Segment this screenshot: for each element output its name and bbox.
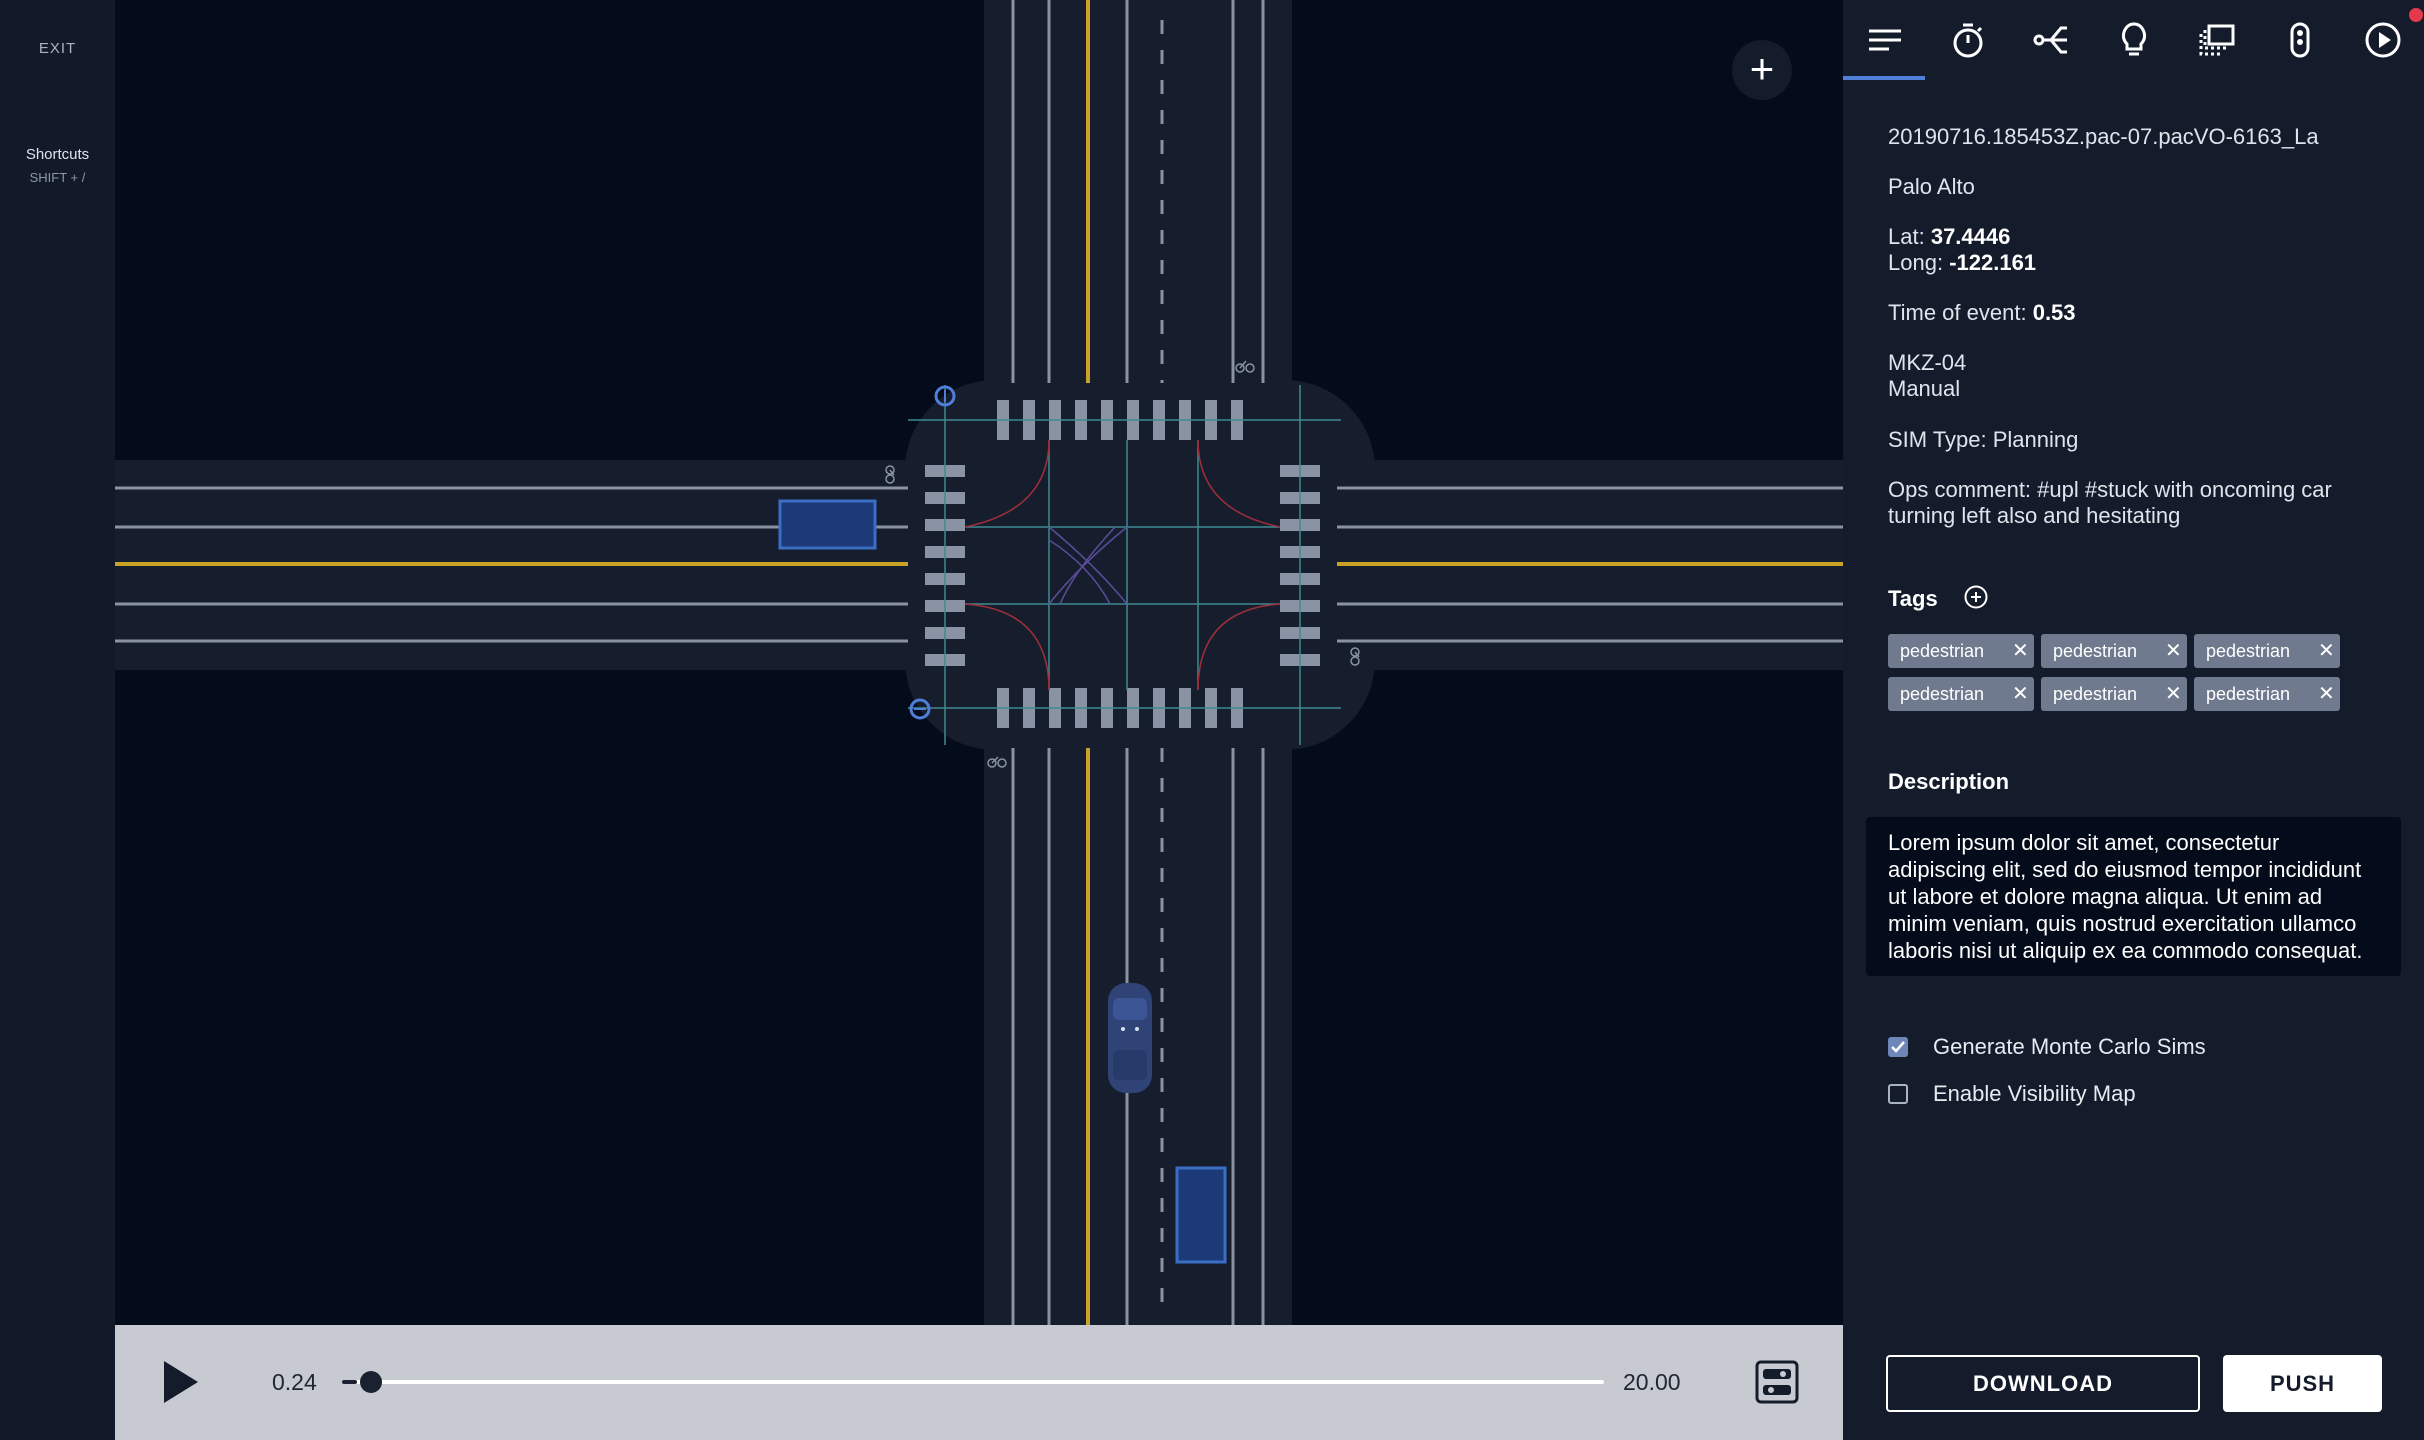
add-button[interactable]: + — [1732, 40, 1792, 100]
remove-tag-icon[interactable]: ✕ — [2012, 634, 2029, 668]
tab-insights[interactable] — [2092, 0, 2174, 80]
ops-comment-line-1: Ops comment: #upl #stuck with oncoming c… — [1888, 477, 2332, 502]
download-button[interactable]: DOWNLOAD — [1886, 1355, 2200, 1412]
map-view[interactable]: + — [115, 0, 1843, 1325]
shortcuts-hint: SHIFT + / — [29, 170, 86, 185]
timeline-scrubber[interactable] — [360, 1371, 383, 1393]
plus-circle-icon — [1964, 585, 1988, 609]
longitude: Long: -122.161 — [1888, 250, 2037, 275]
check-icon — [1891, 1041, 1905, 1053]
description-field[interactable]: Lorem ipsum dolor sit amet, consectetur … — [1866, 817, 2401, 976]
intersection-map — [115, 0, 1843, 1325]
remove-tag-icon[interactable]: ✕ — [2318, 634, 2335, 668]
visibility-map-checkbox[interactable] — [1888, 1084, 1908, 1104]
push-button[interactable]: PUSH — [2223, 1355, 2382, 1412]
tab-signals[interactable] — [2258, 0, 2340, 80]
detected-vehicle-box — [778, 499, 877, 550]
longitude-value: -122.161 — [1949, 250, 2037, 275]
tab-branches[interactable] — [2009, 0, 2091, 80]
tag-chip[interactable]: pedestrian ✕ — [2194, 634, 2340, 668]
vehicle-id: MKZ-04 — [1888, 350, 1967, 375]
time-of-event-value: 0.53 — [2032, 300, 2076, 325]
tab-timers[interactable] — [1926, 0, 2008, 80]
remove-tag-icon[interactable]: ✕ — [2318, 677, 2335, 711]
remove-tag-icon[interactable]: ✕ — [2012, 677, 2029, 711]
timeline-progress — [342, 1380, 358, 1384]
tab-details[interactable] — [1843, 0, 1925, 80]
log-id: 20190716.185453Z.pac-07.pacVO-6163_La — [1888, 124, 2319, 149]
shortcuts-link[interactable]: Shortcuts — [0, 146, 115, 163]
traffic-light-icon — [2290, 22, 2310, 58]
ops-comment-line-2: turning left also and hesitating — [1888, 503, 2181, 528]
exit-button[interactable]: EXIT — [0, 40, 115, 57]
layers-icon — [2199, 24, 2235, 56]
description-title: Description — [1888, 769, 2010, 794]
detected-object-box — [1175, 1166, 1227, 1264]
monte-carlo-checkbox[interactable] — [1888, 1037, 1908, 1057]
playback-bar: 0.24 20.00 — [115, 1325, 1843, 1440]
remove-tag-icon[interactable]: ✕ — [2165, 677, 2182, 711]
timeline-track[interactable] — [342, 1380, 1604, 1384]
sim-type: SIM Type: Planning — [1888, 427, 2079, 452]
end-time: 20.00 — [1623, 1369, 1681, 1395]
remove-tag-icon[interactable]: ✕ — [2165, 634, 2182, 668]
details-panel: 20190716.185453Z.pac-07.pacVO-6163_La Pa… — [1843, 0, 2424, 1440]
panel-tabs — [1843, 0, 2424, 80]
tab-layers[interactable] — [2175, 0, 2257, 80]
visibility-map-label: Enable Visibility Map — [1933, 1081, 2136, 1106]
current-time: 0.24 — [272, 1369, 317, 1395]
monte-carlo-label: Generate Monte Carlo Sims — [1933, 1034, 2206, 1059]
add-tag-button[interactable] — [1964, 585, 1988, 609]
stopwatch-icon — [1953, 23, 1983, 58]
notification-dot — [2409, 8, 2423, 22]
intersection-core — [905, 380, 1375, 750]
lightbulb-icon — [2121, 22, 2147, 56]
play-icon — [164, 1361, 198, 1403]
play-button[interactable] — [160, 1359, 200, 1405]
tag-chip[interactable]: pedestrian ✕ — [2041, 677, 2187, 711]
drive-mode: Manual — [1888, 376, 1961, 401]
latitude: Lat: 37.4446 — [1888, 224, 2011, 249]
location: Palo Alto — [1888, 174, 1975, 199]
play-circle-icon — [2365, 22, 2401, 58]
left-rail: EXIT Shortcuts SHIFT + / — [0, 0, 115, 1440]
branch-icon — [2033, 26, 2067, 54]
latitude-value: 37.4446 — [1930, 224, 2011, 249]
ego-vehicle — [1108, 983, 1152, 1093]
tags-title: Tags — [1888, 586, 1938, 611]
tag-chip[interactable]: pedestrian ✕ — [2194, 677, 2340, 711]
tag-chip[interactable]: pedestrian ✕ — [1888, 677, 2034, 711]
time-of-event: Time of event: 0.53 — [1888, 300, 2076, 325]
tag-chip[interactable]: pedestrian ✕ — [1888, 634, 2034, 668]
list-icon — [1869, 29, 1901, 51]
tag-chip[interactable]: pedestrian ✕ — [2041, 634, 2187, 668]
layout-toggle-button[interactable] — [1755, 1360, 1799, 1404]
layout-icon — [1755, 1360, 1799, 1404]
